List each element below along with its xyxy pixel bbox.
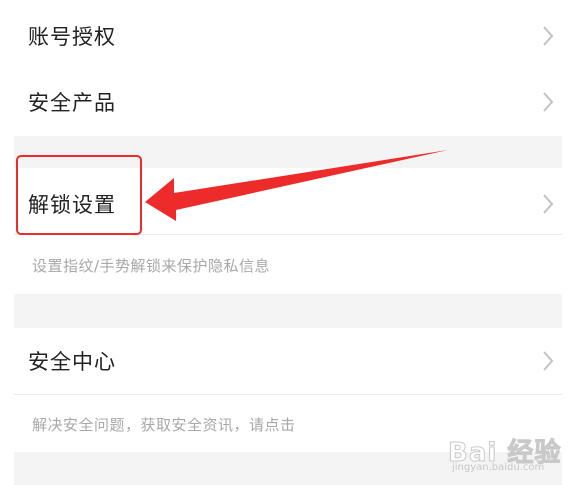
baidu-jingyan-watermark: Bai 经验 jingyan.baidu.com	[446, 430, 566, 476]
menu-item-account-auth[interactable]: 账号授权	[14, 3, 562, 69]
security-center-description: 解决安全问题，获取安全资讯，请点击	[32, 416, 296, 434]
row-divider	[14, 394, 562, 395]
chevron-right-icon	[543, 351, 554, 371]
unlock-settings-description: 设置指纹/手势解锁来保护隐私信息	[32, 257, 271, 275]
settings-group-account: 账号授权 安全产品	[14, 0, 562, 136]
chevron-right-icon	[543, 92, 554, 112]
watermark-url: jingyan.baidu.com	[452, 462, 545, 473]
menu-item-security-center[interactable]: 安全中心	[14, 328, 562, 394]
chevron-right-icon	[543, 194, 554, 214]
menu-item-label: 安全中心	[28, 350, 116, 374]
menu-item-label: 账号授权	[28, 25, 116, 49]
menu-item-label: 安全产品	[28, 91, 116, 115]
annotation-highlight-box	[16, 155, 142, 235]
settings-screen: 账号授权 安全产品 解锁设置 设置指纹/手势解锁来保护隐私信息 安全中心 解决安…	[14, 0, 562, 485]
menu-item-security-products[interactable]: 安全产品	[14, 69, 562, 135]
chevron-right-icon	[543, 26, 554, 46]
